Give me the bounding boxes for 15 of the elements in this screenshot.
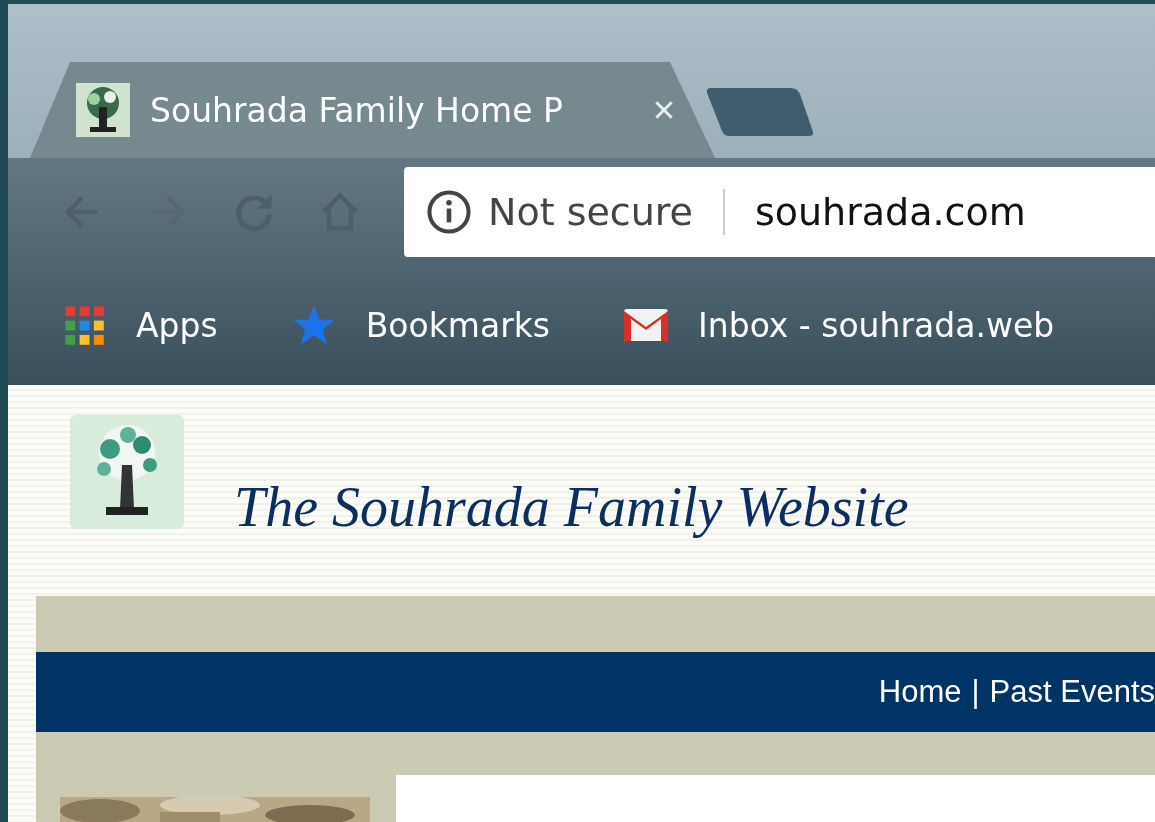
nav-link[interactable]: Home (878, 674, 962, 710)
bookmark-item[interactable]: Apps (60, 303, 218, 347)
browser-tab[interactable]: Souhrada Family Home P (30, 62, 715, 158)
site-title: The Souhrada Family Website (234, 475, 909, 539)
nav-separator: | (971, 674, 980, 710)
bookmark-item[interactable]: Inbox - souhrada.web (622, 303, 1055, 347)
bookmark-item[interactable]: Bookmarks (289, 303, 551, 347)
tree-icon (76, 83, 130, 137)
nav-link[interactable]: Past Events (989, 674, 1155, 710)
url-text: souhrada.com (754, 189, 1026, 234)
new-tab-button[interactable] (705, 86, 815, 138)
security-label[interactable]: Not secure (488, 188, 725, 235)
address-bar[interactable]: Not secure souhrada.com (404, 166, 1155, 257)
close-icon[interactable] (653, 99, 675, 121)
info-icon[interactable] (426, 188, 472, 235)
